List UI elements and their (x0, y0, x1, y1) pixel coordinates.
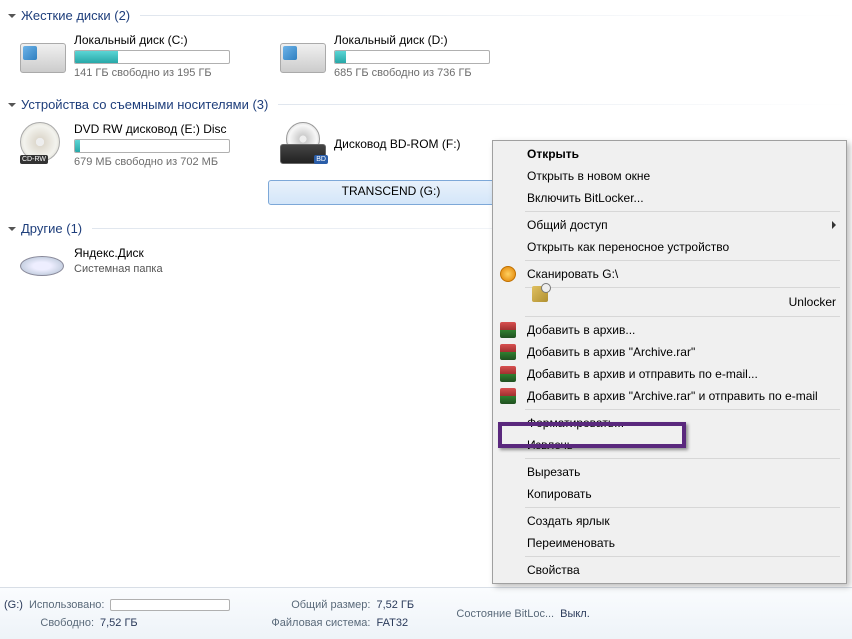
cd-icon: CD-RW (20, 122, 68, 164)
menu-add-archive-rar[interactable]: Добавить в архив "Archive.rar" (495, 341, 844, 363)
menu-open-new-window[interactable]: Открыть в новом окне (495, 165, 844, 187)
menu-separator (525, 556, 840, 557)
drive-g-selected[interactable]: TRANSCEND (G:) (268, 180, 514, 205)
menu-separator (525, 260, 840, 261)
expand-icon (8, 103, 16, 107)
drive-title: Локальный диск (C:) (74, 33, 266, 47)
drive-title: TRANSCEND (G:) (275, 184, 507, 198)
status-used-label: Использовано: (29, 599, 105, 611)
group-title: Другие (21, 221, 63, 236)
menu-separator (525, 287, 840, 288)
status-bitlocker-label: Состояние BitLoc... (454, 608, 554, 620)
status-fs-label: Файловая система: (270, 617, 370, 629)
cdrw-badge: CD-RW (20, 155, 48, 164)
menu-portable-device[interactable]: Открыть как переносное устройство (495, 236, 844, 258)
drive-subtitle: Системная папка (74, 263, 266, 275)
drive-title: Яндекс.Диск (74, 246, 266, 260)
menu-share[interactable]: Общий доступ (495, 214, 844, 236)
hdd-icon (20, 33, 68, 75)
drive-free-text: 679 МБ свободно из 702 МБ (74, 156, 266, 168)
bd-icon: BD (280, 122, 328, 164)
group-title: Устройства со съемными носителями (21, 97, 249, 112)
menu-separator (525, 409, 840, 410)
bd-badge: BD (314, 155, 328, 164)
drive-d[interactable]: Локальный диск (D:) 685 ГБ свободно из 7… (278, 31, 528, 81)
drive-e[interactable]: CD-RW DVD RW дисковод (E:) Disc 679 МБ с… (18, 120, 268, 170)
status-total-label: Общий размер: (270, 599, 370, 611)
status-free-label: Свободно: (4, 617, 94, 629)
menu-create-shortcut[interactable]: Создать ярлык (495, 510, 844, 532)
drive-free-text: 685 ГБ свободно из 736 ГБ (334, 67, 526, 79)
archive-icon (500, 366, 516, 382)
usage-bar (74, 139, 230, 153)
unlocker-icon (532, 286, 548, 302)
hdd-icon (280, 33, 328, 75)
menu-rename[interactable]: Переименовать (495, 532, 844, 554)
menu-cut[interactable]: Вырезать (495, 461, 844, 483)
menu-eject[interactable]: Извлечь (495, 434, 844, 456)
drive-title: Дисковод BD-ROM (F:) (334, 137, 461, 151)
usage-bar (334, 50, 490, 64)
status-free-value: 7,52 ГБ (100, 617, 138, 629)
menu-separator (525, 507, 840, 508)
menu-open[interactable]: Открыть (495, 143, 844, 165)
archive-icon (500, 322, 516, 338)
submenu-arrow-icon (832, 221, 836, 229)
group-title: Жесткие диски (21, 8, 111, 23)
group-count: (1) (66, 221, 82, 236)
status-bitlocker-value: Выкл. (560, 608, 590, 620)
menu-bitlocker[interactable]: Включить BitLocker... (495, 187, 844, 209)
menu-separator (525, 211, 840, 212)
usage-bar (74, 50, 230, 64)
ufo-icon (20, 246, 68, 288)
menu-format[interactable]: Форматировать... (495, 412, 844, 434)
status-drive-label: (G:) (4, 599, 23, 611)
menu-archive-rar-email[interactable]: Добавить в архив "Archive.rar" и отправи… (495, 385, 844, 407)
group-count: (2) (114, 8, 130, 23)
drive-c[interactable]: Локальный диск (C:) 141 ГБ свободно из 1… (18, 31, 268, 81)
archive-icon (500, 344, 516, 360)
menu-separator (525, 316, 840, 317)
drive-bd[interactable]: BD Дисковод BD-ROM (F:) (278, 120, 528, 170)
menu-unlocker[interactable]: Unlocker (495, 290, 844, 314)
group-header-removable[interactable]: Устройства со съемными носителями (3) (8, 97, 852, 112)
group-header-hdd[interactable]: Жесткие диски (2) (8, 8, 852, 23)
group-count: (3) (252, 97, 268, 112)
expand-icon (8, 227, 16, 231)
menu-separator (525, 458, 840, 459)
status-fs-value: FAT32 (376, 617, 408, 629)
archive-icon (500, 388, 516, 404)
menu-scan[interactable]: Сканировать G:\ (495, 263, 844, 285)
divider (140, 15, 852, 16)
expand-icon (8, 14, 16, 18)
drive-title: DVD RW дисковод (E:) Disc (74, 122, 266, 136)
divider (278, 104, 852, 105)
drive-free-text: 141 ГБ свободно из 195 ГБ (74, 67, 266, 79)
drive-title: Локальный диск (D:) (334, 33, 526, 47)
status-bar: (G:) Использовано: Свободно: 7,52 ГБ Общ… (0, 587, 852, 639)
menu-properties[interactable]: Свойства (495, 559, 844, 581)
drive-yandex[interactable]: Яндекс.Диск Системная папка (18, 244, 268, 290)
menu-add-archive[interactable]: Добавить в архив... (495, 319, 844, 341)
status-total-value: 7,52 ГБ (376, 599, 414, 611)
menu-copy[interactable]: Копировать (495, 483, 844, 505)
scan-icon (500, 266, 516, 282)
menu-archive-email[interactable]: Добавить в архив и отправить по e-mail..… (495, 363, 844, 385)
status-usage-bar (110, 599, 230, 611)
context-menu: Открыть Открыть в новом окне Включить Bi… (492, 140, 847, 584)
